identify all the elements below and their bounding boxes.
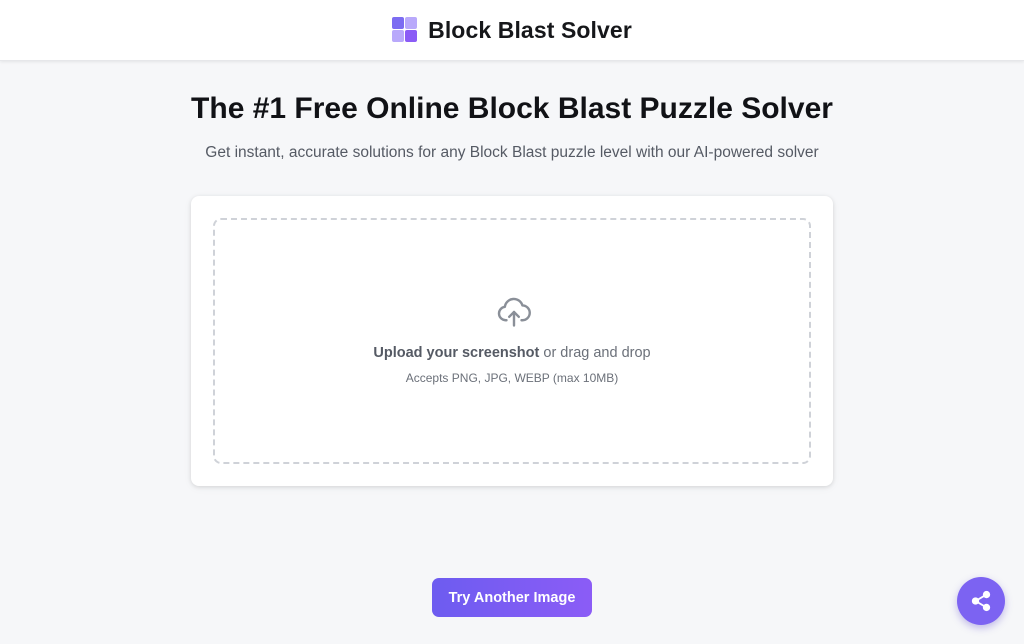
cloud-upload-icon [497,297,531,327]
upload-instructions: Upload your screenshot or drag and drop [215,345,809,361]
upload-hint: Accepts PNG, JPG, WEBP (max 10MB) [405,371,619,385]
upload-dropzone[interactable]: Upload your screenshot or drag and drop … [213,218,811,464]
share-icon [971,590,991,612]
brand[interactable]: Block Blast Solver [392,17,632,44]
site-header: Block Blast Solver [0,0,1024,61]
upload-action-suffix: or drag and drop [539,345,651,361]
brand-name: Block Blast Solver [428,16,632,43]
blocks-logo-icon [392,17,418,43]
upload-action-label: Upload your screenshot [373,345,540,361]
share-button[interactable] [957,577,1005,625]
page-title: The #1 Free Online Block Blast Puzzle So… [191,92,833,125]
try-another-image-button[interactable]: Try Another Image [432,578,592,617]
upload-card: Upload your screenshot or drag and drop … [191,196,833,486]
page-subtitle: Get instant, accurate solutions for any … [205,144,819,161]
